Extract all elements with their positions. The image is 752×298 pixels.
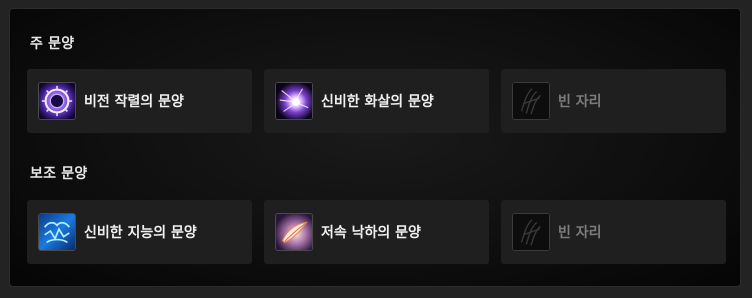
glyph-panel: 주 문양 비전 작렬의 문양 신비한 화살의 문양 빈 자리 보조 문양 신비한… xyxy=(9,8,741,287)
arcane-intellect-glyph-icon xyxy=(38,213,76,251)
primary-glyphs-title: 주 문양 xyxy=(30,36,75,52)
arcane-blast-glyph-icon xyxy=(38,82,76,120)
glyph-slot-slow-fall[interactable]: 저속 낙하의 문양 xyxy=(264,200,489,264)
glyph-slot-label: 신비한 화살의 문양 xyxy=(321,94,434,110)
arcane-missiles-glyph-icon xyxy=(275,82,313,120)
glyph-slot-empty[interactable]: 빈 자리 xyxy=(501,200,726,264)
glyph-slot-arcane-intellect[interactable]: 신비한 지능의 문양 xyxy=(27,200,252,264)
empty-slot-icon xyxy=(512,82,550,120)
glyph-slot-arcane-missiles[interactable]: 신비한 화살의 문양 xyxy=(264,69,489,133)
slow-fall-glyph-icon xyxy=(275,213,313,251)
glyph-slot-empty[interactable]: 빈 자리 xyxy=(501,69,726,133)
glyph-slot-label: 빈 자리 xyxy=(558,225,602,241)
glyph-slot-label: 신비한 지능의 문양 xyxy=(84,225,197,241)
secondary-glyphs-title: 보조 문양 xyxy=(30,166,88,182)
glyph-slot-label: 비전 작렬의 문양 xyxy=(84,94,184,110)
glyph-slot-label: 빈 자리 xyxy=(558,94,602,110)
primary-glyph-row: 비전 작렬의 문양 신비한 화살의 문양 빈 자리 xyxy=(27,69,727,133)
empty-slot-icon xyxy=(512,213,550,251)
secondary-glyph-row: 신비한 지능의 문양 저속 낙하의 문양 빈 자리 xyxy=(27,200,727,264)
glyph-slot-arcane-blast[interactable]: 비전 작렬의 문양 xyxy=(27,69,252,133)
glyph-slot-label: 저속 낙하의 문양 xyxy=(321,225,421,241)
